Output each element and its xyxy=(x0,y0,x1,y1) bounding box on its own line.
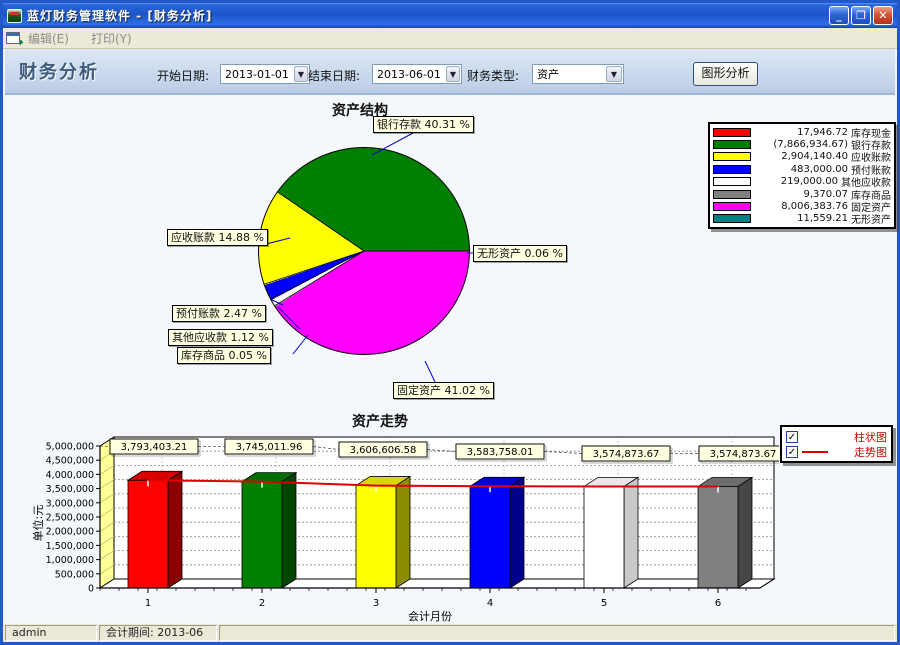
status-spacer xyxy=(219,625,895,641)
pie-chart xyxy=(258,147,470,355)
application-window: 蓝灯财务管理软件 - [财务分析] _ ❐ ✕ 编辑(E) 打印(Y) 财务分析… xyxy=(0,0,900,645)
pie-slice-label: 银行存款 40.31 % xyxy=(373,116,474,133)
finance-type-combo[interactable]: 资产 ▼ xyxy=(532,64,624,84)
svg-text:3,574,873.67: 3,574,873.67 xyxy=(710,449,777,460)
pie-slice-label: 应收账款 14.88 % xyxy=(167,229,268,246)
legend-swatch xyxy=(713,190,751,199)
legend-swatch xyxy=(713,177,751,186)
legend-row: 11,559.21无形资产 xyxy=(713,213,891,225)
pie-slice-label: 无形资产 0.06 % xyxy=(473,245,567,262)
svg-text:1,500,000: 1,500,000 xyxy=(46,541,94,552)
app-icon xyxy=(7,9,22,23)
svg-text:2,000,000: 2,000,000 xyxy=(46,527,94,538)
pie-slice-label: 预付账款 2.47 % xyxy=(172,305,266,322)
series-row-line: ✓ 走势图 xyxy=(786,444,887,459)
end-date-label: 结束日期: xyxy=(308,67,360,84)
end-date-combo[interactable]: 2013-06-01 ▼ xyxy=(372,64,462,84)
window-title: 蓝灯财务管理软件 - [财务分析] xyxy=(27,7,827,24)
chart-area: 资产结构 银行存款 40.31 %应收账款 14.88 %无形资产 0.06 %… xyxy=(5,95,895,625)
legend-name: 无形资产 xyxy=(851,211,891,226)
graph-analyze-button[interactable]: 图形分析 xyxy=(693,62,758,86)
legend-value: 17,946.72 xyxy=(754,127,848,138)
end-date-value: 2013-06-01 xyxy=(373,68,445,81)
chevron-down-icon[interactable]: ▼ xyxy=(446,66,460,82)
svg-text:5,000,000: 5,000,000 xyxy=(46,442,94,453)
svg-text:3,583,758.01: 3,583,758.01 xyxy=(467,447,534,458)
header-band: 财务分析 开始日期: 2013-01-01 ▼ 结束日期: 2013-06-01… xyxy=(5,49,895,95)
legend-swatch xyxy=(713,140,751,149)
bar-series-checkbox[interactable]: ✓ xyxy=(786,431,798,443)
legend-value: 11,559.21 xyxy=(754,213,848,224)
svg-text:3,500,000: 3,500,000 xyxy=(46,484,94,495)
svg-text:3,574,873.67: 3,574,873.67 xyxy=(593,449,660,460)
svg-text:4,000,000: 4,000,000 xyxy=(46,470,94,481)
legend-swatch xyxy=(713,128,751,137)
minimize-button[interactable]: _ xyxy=(829,6,849,25)
legend-value: 483,000.00 xyxy=(754,164,848,175)
svg-text:3,000,000: 3,000,000 xyxy=(46,498,94,509)
line-series-label: 走势图 xyxy=(854,444,887,460)
legend-value: 9,370.07 xyxy=(754,189,848,200)
svg-text:1: 1 xyxy=(145,598,151,609)
legend-value: 219,000.00 xyxy=(754,176,838,187)
maximize-button[interactable]: ❐ xyxy=(851,6,871,25)
chevron-down-icon[interactable]: ▼ xyxy=(606,66,622,82)
svg-text:会计月份: 会计月份 xyxy=(408,610,452,623)
pie-legend: 17,946.72库存现金(7,866,934.67)银行存款2,904,140… xyxy=(708,122,896,229)
pie-slice-label: 库存商品 0.05 % xyxy=(177,347,271,364)
finance-type-label: 财务类型: xyxy=(467,67,519,84)
line-series-checkbox[interactable]: ✓ xyxy=(786,446,798,458)
legend-swatch xyxy=(713,214,751,223)
svg-text:2: 2 xyxy=(259,598,265,609)
line-series-sample xyxy=(802,451,828,453)
chevron-down-icon[interactable]: ▼ xyxy=(294,66,308,82)
pie-slice-label: 其他应收款 1.12 % xyxy=(168,329,273,346)
close-button[interactable]: ✕ xyxy=(873,6,893,25)
svg-text:3,793,403.21: 3,793,403.21 xyxy=(121,442,188,453)
series-row-bar: ✓ 柱状图 xyxy=(786,429,887,444)
start-date-combo[interactable]: 2013-01-01 ▼ xyxy=(220,64,310,84)
bar-chart-title: 资产走势 xyxy=(300,411,460,431)
child-window-icon[interactable] xyxy=(6,32,20,44)
legend-value: 8,006,383.76 xyxy=(754,201,848,212)
status-user: admin xyxy=(5,625,97,641)
bar-chart: 0 500,000 1,000,000 1,500,000 2,000,000 2,500… xyxy=(31,431,779,625)
svg-text:单位:元: 单位:元 xyxy=(31,505,45,542)
legend-swatch xyxy=(713,165,751,174)
menu-print[interactable]: 打印(Y) xyxy=(91,30,132,47)
status-period: 会计期间: 2013-06 xyxy=(99,625,217,641)
legend-swatch xyxy=(713,152,751,161)
svg-text:3: 3 xyxy=(373,598,379,609)
svg-text:2,500,000: 2,500,000 xyxy=(46,513,94,524)
series-legend: ✓ 柱状图 ✓ 走势图 xyxy=(780,425,893,463)
svg-text:6: 6 xyxy=(715,598,721,609)
start-date-value: 2013-01-01 xyxy=(221,68,293,81)
legend-swatch xyxy=(713,202,751,211)
status-bar: admin 会计期间: 2013-06 xyxy=(3,624,897,642)
legend-value: 2,904,140.40 xyxy=(754,151,848,162)
svg-text:4: 4 xyxy=(487,598,493,609)
svg-text:3,745,011.96: 3,745,011.96 xyxy=(236,442,303,453)
menu-bar: 编辑(E) 打印(Y) xyxy=(3,28,897,49)
legend-value: (7,866,934.67) xyxy=(754,139,848,150)
menu-edit[interactable]: 编辑(E) xyxy=(28,30,69,47)
svg-text:1,000,000: 1,000,000 xyxy=(46,555,94,566)
finance-type-value: 资产 xyxy=(533,66,605,82)
page-title: 财务分析 xyxy=(19,58,99,84)
start-date-label: 开始日期: xyxy=(157,67,209,84)
svg-text:4,500,000: 4,500,000 xyxy=(46,456,94,467)
title-bar: 蓝灯财务管理软件 - [财务分析] _ ❐ ✕ xyxy=(3,3,897,28)
svg-text:500,000: 500,000 xyxy=(55,569,94,580)
svg-text:3,606,606.58: 3,606,606.58 xyxy=(350,445,417,456)
svg-text:0: 0 xyxy=(88,584,94,595)
pie-slice-label: 固定资产 41.02 % xyxy=(393,382,494,399)
svg-text:5: 5 xyxy=(601,598,607,609)
bar-series-label: 柱状图 xyxy=(854,429,887,445)
